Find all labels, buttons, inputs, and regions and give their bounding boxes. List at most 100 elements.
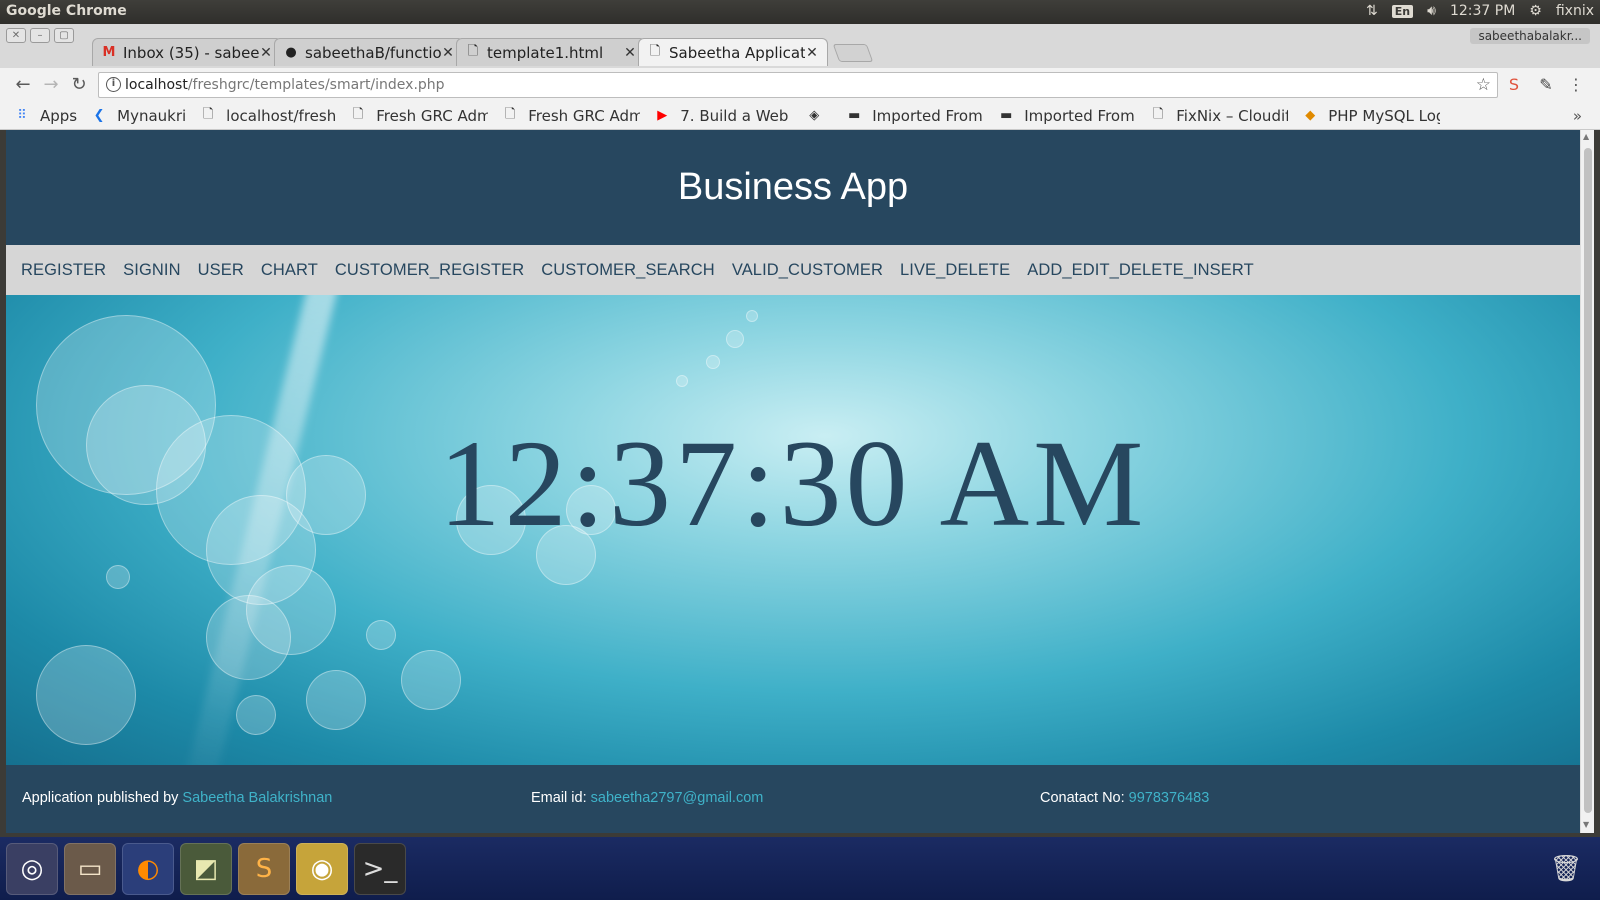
bookmark-apps[interactable]: ⠿ Apps <box>14 107 77 125</box>
nav-valid-customer[interactable]: VALID_CUSTOMER <box>732 261 883 280</box>
page-icon: 🗋 <box>1153 106 1164 122</box>
trash-icon[interactable]: 🗑 <box>1540 843 1592 895</box>
tab-close-icon[interactable]: ✕ <box>441 45 455 61</box>
bokeh-bubble <box>306 670 366 730</box>
nav-chart[interactable]: CHART <box>261 261 318 280</box>
bookmark-fixnix[interactable]: 🗋 FixNix – Cloudif <box>1150 107 1288 125</box>
url-path: /freshgrc/templates/smart/index.php <box>187 77 445 93</box>
footer-published: Application published by Sabeetha Balakr… <box>22 790 332 806</box>
site-title: Business App <box>677 166 909 208</box>
sublime-text-icon[interactable]: S <box>238 843 290 895</box>
hero-banner: 12:37:30 AM <box>6 295 1580 765</box>
gmail-icon: M <box>102 45 116 60</box>
scrollbar-thumb[interactable] <box>1584 148 1592 813</box>
clock-indicator[interactable]: 12:37 PM <box>1450 3 1515 19</box>
tab-active-application[interactable]: 🗋 Sabeetha Applicatic ✕ <box>638 38 828 66</box>
window-controls: ✕ – ▢ <box>6 28 74 43</box>
apps-grid-icon: ⠿ <box>17 108 27 123</box>
bookmark-diamond[interactable]: ◈ <box>806 108 832 124</box>
tab-title: template1.html <box>487 43 604 62</box>
php-icon: ◆ <box>1305 108 1316 123</box>
tab-github[interactable]: ● sabeethaB/functior ✕ <box>274 38 464 66</box>
browser-frame: ✕ – ▢ sabeethabalakr... M Inbox (35) - s… <box>0 24 1600 130</box>
footer-published-label: Application published by <box>22 790 179 806</box>
tab-strip: M Inbox (35) - sabeeth ✕ ● sabeethaB/fun… <box>92 38 874 68</box>
tab-gmail[interactable]: M Inbox (35) - sabeeth ✕ <box>92 38 282 66</box>
footer-email-link[interactable]: sabeetha2797@gmail.com <box>591 790 764 806</box>
extension-eyedropper-icon[interactable]: ✎ <box>1536 75 1556 95</box>
page-icon: 🗋 <box>649 43 661 59</box>
profile-button[interactable]: sabeethabalakr... <box>1470 28 1590 44</box>
footer-contact-link[interactable]: 9978376483 <box>1129 790 1210 806</box>
nav-signin[interactable]: SIGNIN <box>123 261 180 280</box>
tab-close-icon[interactable]: ✕ <box>623 45 637 61</box>
page-icon: 🗋 <box>505 106 516 122</box>
system-gear-icon[interactable]: ⚙ <box>1529 3 1542 19</box>
url-host: localhost <box>125 77 188 93</box>
site-info-icon[interactable]: i <box>106 77 121 92</box>
bokeh-bubble <box>676 375 688 387</box>
bookmark-mynaukri[interactable]: ❮ Mynaukri <box>91 107 187 125</box>
footer-email: Email id: sabeetha2797@gmail.com <box>531 790 763 806</box>
address-bar[interactable]: i localhost/freshgrc/templates/smart/ind… <box>98 72 1498 98</box>
bokeh-bubble <box>746 310 758 322</box>
diamond-icon: ◈ <box>809 108 820 123</box>
tab-close-icon[interactable]: ✕ <box>259 45 273 61</box>
nav-customer-register[interactable]: CUSTOMER_REGISTER <box>335 261 524 280</box>
nav-user[interactable]: USER <box>198 261 244 280</box>
tab-close-icon[interactable]: ✕ <box>805 45 819 61</box>
bookmarks-overflow-button[interactable]: » <box>1573 107 1582 125</box>
files-icon[interactable]: ▭ <box>64 843 116 895</box>
folder-icon: ▬ <box>848 108 861 123</box>
bookmark-folder-imported-2[interactable]: ▬ Imported From I <box>998 107 1136 125</box>
nav-register[interactable]: REGISTER <box>21 261 106 280</box>
footer-email-label: Email id: <box>531 790 587 806</box>
user-name-indicator[interactable]: fixnix <box>1556 3 1594 19</box>
footer-author-link[interactable]: Sabeetha Balakrishnan <box>182 790 332 806</box>
tab-template[interactable]: 🗋 template1.html ✕ <box>456 38 646 66</box>
bookmark-php-mysql[interactable]: ◆ PHP MySQL Log <box>1302 107 1440 125</box>
keyboard-layout-indicator[interactable]: En <box>1391 4 1414 18</box>
scroll-down-icon[interactable]: ▼ <box>1583 820 1589 829</box>
footer-contact: Conatact No: 9978376483 <box>1040 790 1209 806</box>
bookmark-fresh-grc-2[interactable]: 🗋 Fresh GRC Admi <box>502 107 640 125</box>
bookmarks-bar: ⠿ Apps ❮ Mynaukri 🗋 localhost/fresh 🗋 Fr… <box>0 102 1600 130</box>
bookmark-folder-imported-1[interactable]: ▬ Imported From I <box>846 107 984 125</box>
bookmark-star-icon[interactable]: ☆ <box>1476 75 1491 95</box>
page-scrollbar[interactable]: ▲ ▼ <box>1580 130 1594 833</box>
image-viewer-icon[interactable]: ◩ <box>180 843 232 895</box>
bokeh-bubble <box>36 645 136 745</box>
forward-arrow-icon[interactable]: → <box>40 74 62 96</box>
nav-live-delete[interactable]: LIVE_DELETE <box>900 261 1010 280</box>
tab-title: Sabeetha Applicatic <box>669 43 805 62</box>
bookmark-build-web-app[interactable]: ▶ 7. Build a Web A <box>654 107 792 125</box>
network-transfer-icon[interactable]: ⇅ <box>1366 3 1378 19</box>
bokeh-bubble <box>106 565 130 589</box>
back-arrow-icon[interactable]: ← <box>12 74 34 96</box>
launcher-dock: ◎ ▭ ◐ ◩ S ◉ >_ 🗑 <box>0 837 1600 900</box>
window-close-icon[interactable]: ✕ <box>6 28 26 43</box>
tab-title: Inbox (35) - sabeeth <box>123 43 259 62</box>
site-nav: REGISTER SIGNIN USER CHART CUSTOMER_REGI… <box>6 245 1580 295</box>
firefox-icon[interactable]: ◐ <box>122 843 174 895</box>
bokeh-bubble <box>726 330 744 348</box>
window-minimize-icon[interactable]: – <box>30 28 50 43</box>
chrome-menu-icon[interactable]: ⋮ <box>1566 75 1586 95</box>
tab-title: sabeethaB/functior <box>305 43 441 62</box>
ubuntu-dash-icon[interactable]: ◎ <box>6 843 58 895</box>
naukri-icon: ❮ <box>93 108 105 123</box>
window-maximize-icon[interactable]: ▢ <box>54 28 74 43</box>
scroll-up-icon[interactable]: ▲ <box>1583 132 1589 141</box>
nav-customer-search[interactable]: CUSTOMER_SEARCH <box>541 261 715 280</box>
extension-s-icon[interactable]: S <box>1504 75 1524 95</box>
github-icon: ● <box>285 45 297 60</box>
bokeh-bubble <box>401 650 461 710</box>
bookmark-fresh-grc-1[interactable]: 🗋 Fresh GRC Admi <box>350 107 488 125</box>
chrome-icon[interactable]: ◉ <box>296 843 348 895</box>
bookmark-localhost[interactable]: 🗋 localhost/fresh <box>200 107 336 125</box>
terminal-icon[interactable]: >_ <box>354 843 406 895</box>
volume-icon[interactable]: 🔊︎ <box>1427 3 1436 19</box>
nav-add-edit-delete-insert[interactable]: ADD_EDIT_DELETE_INSERT <box>1027 261 1254 280</box>
new-tab-button[interactable] <box>832 44 874 62</box>
reload-icon[interactable]: ↻ <box>68 74 90 96</box>
